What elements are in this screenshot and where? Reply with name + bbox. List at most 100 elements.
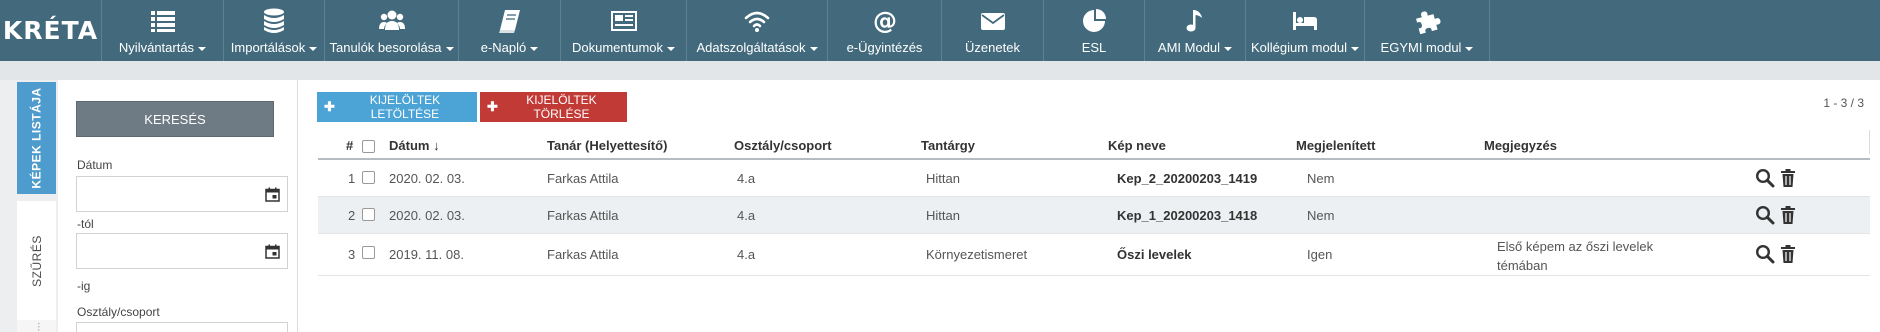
tab-szures[interactable]: SZŰRÉS [17, 201, 56, 320]
trash-icon[interactable] [1778, 205, 1798, 225]
nav-label: AMI Modul [1157, 40, 1221, 55]
header-separator-band [0, 61, 1880, 80]
table-row[interactable]: 1 2020. 02. 03. Farkas Attila 4.a Hittan… [318, 160, 1870, 197]
nav-uzenetek[interactable]: Üzenetek [942, 0, 1044, 61]
row-checkbox[interactable] [362, 208, 375, 221]
cell-num: 2 [348, 208, 356, 223]
chevron-down-icon [809, 46, 818, 51]
calendar-icon[interactable] [265, 244, 280, 259]
cell-class: 4.a [737, 171, 756, 186]
col-image-name[interactable]: Kép neve [1108, 138, 1166, 153]
nav-label: Üzenetek [965, 40, 1020, 55]
nav-adatszolgaltatasok[interactable]: Adatszolgáltatások [687, 0, 828, 61]
pie-chart-icon [1083, 9, 1106, 32]
book-icon [498, 10, 520, 33]
col-date[interactable]: Dátum ↓ [389, 138, 440, 153]
nav-tanulok-besorolasa[interactable]: Tanulók besorolása [325, 0, 459, 61]
chevron-down-icon [1465, 46, 1474, 51]
nav-label: Dokumentumok [571, 40, 664, 55]
date-from-field[interactable] [76, 176, 288, 212]
select-all-checkbox[interactable] [362, 140, 375, 153]
col-teacher[interactable]: Tanár (Helyettesítő) [547, 138, 667, 153]
nav-esl[interactable]: ESL [1044, 0, 1145, 61]
table-row[interactable]: 2 2020. 02. 03. Farkas Attila 4.a Hittan… [318, 197, 1870, 234]
date-to-field[interactable] [76, 233, 288, 269]
tab-kepek-listaja[interactable]: KÉPEK LISTÁJA [17, 82, 56, 194]
chevron-down-icon [1351, 46, 1360, 51]
col-num: # [346, 138, 354, 153]
nav-e-ugyintezes[interactable]: @ e-Ügyintézés [828, 0, 942, 61]
tab-label: SZŰRÉS [29, 234, 44, 287]
trash-icon[interactable] [1778, 168, 1798, 188]
date-label: Dátum [77, 158, 113, 172]
col-subject[interactable]: Tantárgy [921, 138, 975, 153]
wifi-icon [744, 11, 770, 32]
cell-class: 4.a [737, 208, 756, 223]
cell-num: 1 [348, 171, 356, 186]
col-note[interactable]: Megjegyzés [1484, 138, 1557, 153]
cell-subject: Környezetismeret [926, 247, 1028, 262]
trash-icon[interactable] [1778, 244, 1798, 264]
tab-third[interactable]: ... [17, 320, 56, 332]
download-selected-button[interactable]: ✚ KIJELÖLTEK LETÖLTÉSE [317, 92, 477, 122]
chevron-down-icon [530, 46, 539, 51]
nav-nyilvantartas[interactable]: Nyilvántartás [102, 0, 224, 61]
nav-label: ESL [1081, 40, 1107, 55]
chevron-down-icon [667, 46, 676, 51]
table-header: # Dátum ↓ Tanár (Helyettesítő) Osztály/c… [318, 130, 1870, 160]
cell-displayed: Nem [1307, 208, 1335, 223]
download-selected-label: KIJELÖLTEK LETÖLTÉSE [369, 93, 441, 121]
nav-label: EGYMI modul [1380, 40, 1462, 55]
nav-ami-modul[interactable]: AMI Modul [1145, 0, 1246, 61]
cell-subject: Hittan [926, 171, 960, 186]
view-magnifier-icon[interactable] [1755, 244, 1775, 264]
cell-subject: Hittan [926, 208, 960, 223]
nav-label: e-Ügyintézés [846, 40, 923, 55]
calendar-icon[interactable] [265, 187, 280, 202]
cell-image-name: Kep_2_20200203_1419 [1117, 171, 1258, 186]
view-magnifier-icon[interactable] [1755, 205, 1775, 225]
music-icon [1186, 10, 1202, 32]
nav-dokumentumok[interactable]: Dokumentumok [561, 0, 687, 61]
tab-label: KÉPEK LISTÁJA [29, 87, 44, 189]
class-group-select[interactable] [76, 322, 288, 332]
nav-kollegium-modul[interactable]: Kollégium modul [1246, 0, 1365, 61]
search-button[interactable]: KERESÉS [76, 101, 274, 137]
row-checkbox[interactable] [362, 246, 375, 259]
logo-text: KRÉTA [2, 16, 99, 45]
to-suffix-label: -ig [77, 279, 91, 293]
col-class[interactable]: Osztály/csoport [734, 138, 832, 153]
chevron-down-icon [198, 46, 207, 51]
top-navigation: KRÉTA Nyilvántartás Importálások Tanulók… [0, 0, 1880, 61]
nav-importalasok[interactable]: Importálások [224, 0, 325, 61]
chevron-down-icon [445, 46, 454, 51]
table-row[interactable]: 3 2019. 11. 08. Farkas Attila 4.a Környe… [318, 234, 1870, 276]
col-displayed[interactable]: Megjelenített [1296, 138, 1375, 153]
cell-date: 2020. 02. 03. [389, 171, 465, 186]
main-content: ✚ KIJELÖLTEK LETÖLTÉSE ✚ KIJELÖLTEK TÖRL… [298, 80, 1880, 332]
view-magnifier-icon[interactable] [1755, 168, 1775, 188]
plus-icon: ✚ [487, 99, 498, 114]
filter-panel: KERESÉS Dátum -tól -ig Osztály/csoport [58, 80, 298, 332]
nav-label: Importálások [230, 40, 306, 55]
database-icon [264, 8, 284, 33]
cell-teacher: Farkas Attila [547, 208, 619, 223]
at-icon: @ [873, 8, 897, 34]
kreta-logo[interactable]: KRÉTA [0, 0, 102, 61]
pager-info: 1 - 3 / 3 [1823, 96, 1864, 110]
row-checkbox[interactable] [362, 171, 375, 184]
cell-image-name: Őszi levelek [1117, 247, 1192, 262]
nav-label: Nyilvántartás [118, 40, 195, 55]
nav-label: Adatszolgáltatások [696, 40, 806, 55]
nav-e-naplo[interactable]: e-Napló [459, 0, 561, 61]
note-line: témában [1497, 258, 1548, 273]
nav-label: e-Napló [480, 40, 527, 55]
bed-icon [1293, 12, 1317, 30]
puzzle-icon [1416, 11, 1441, 34]
delete-selected-button[interactable]: ✚ KIJELÖLTEK TÖRLÉSE [480, 92, 627, 122]
newspaper-icon [610, 11, 637, 31]
chevron-down-icon [309, 46, 318, 51]
cell-date: 2020. 02. 03. [389, 208, 465, 223]
nav-egymi-modul[interactable]: EGYMI modul [1365, 0, 1490, 61]
plus-icon: ✚ [324, 99, 335, 114]
